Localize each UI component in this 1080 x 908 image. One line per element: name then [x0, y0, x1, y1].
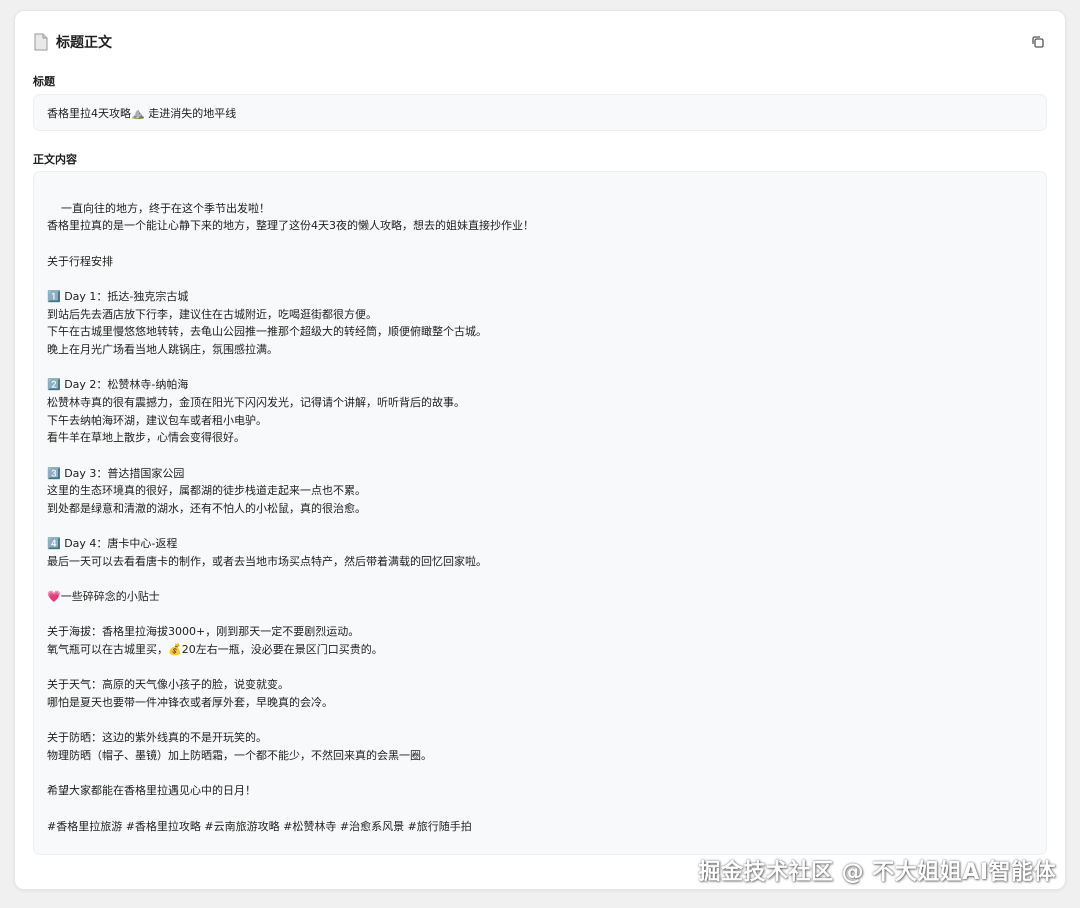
title-label: 标题	[33, 75, 55, 88]
watermark: 掘金技术社区 @ 不大姐姐AI智能体	[698, 860, 1056, 885]
body-text: 一直向往的地方，终于在这个季节出发啦！ 香格里拉真的是一个能让心静下来的地方，整…	[47, 201, 534, 833]
card-header: 标题正文	[33, 31, 1047, 53]
title-body-card: 标题正文 标题 香格里拉4天攻略⛰️ 走进消失的地平线 正文内容 一直向往的地方…	[14, 10, 1066, 890]
body-label: 正文内容	[33, 153, 77, 166]
card-title: 标题正文	[56, 35, 112, 51]
document-icon	[33, 33, 49, 51]
body-textarea[interactable]: 一直向往的地方，终于在这个季节出发啦！ 香格里拉真的是一个能让心静下来的地方，整…	[33, 171, 1047, 855]
resize-handle-icon[interactable]	[1034, 842, 1043, 851]
title-input[interactable]: 香格里拉4天攻略⛰️ 走进消失的地平线	[33, 94, 1047, 131]
copy-icon[interactable]	[1029, 33, 1047, 51]
